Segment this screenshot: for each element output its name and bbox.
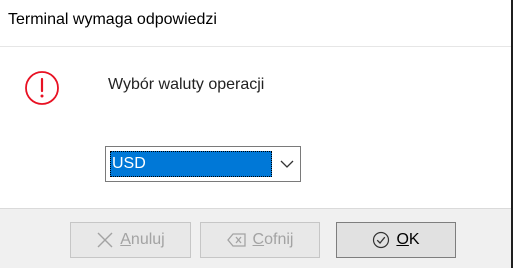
check-circle-icon: [373, 231, 390, 249]
title-bar[interactable]: Terminal wymaga odpowiedzi: [0, 0, 511, 46]
back-button-label: Cofnij: [252, 231, 294, 248]
currency-selected-value: USD: [110, 151, 272, 177]
dialog-message: Wybór waluty operacji: [108, 76, 265, 93]
currency-select[interactable]: USD: [105, 146, 301, 182]
back-button[interactable]: Cofnij: [200, 222, 320, 258]
chevron-down-icon: [280, 160, 294, 168]
ok-button[interactable]: OK: [336, 222, 456, 258]
backspace-icon: [226, 233, 246, 247]
cancel-button[interactable]: Anuluj: [70, 222, 191, 258]
ok-button-label: OK: [396, 231, 420, 248]
dialog-title: Terminal wymaga odpowiedzi: [8, 11, 217, 28]
title-divider: [0, 46, 511, 47]
cancel-button-label: Anuluj: [120, 231, 165, 248]
x-icon: [97, 232, 113, 248]
warning-circle-icon: [25, 71, 59, 105]
dialog-window: Terminal wymaga odpowiedzi Wybór waluty …: [0, 0, 513, 268]
